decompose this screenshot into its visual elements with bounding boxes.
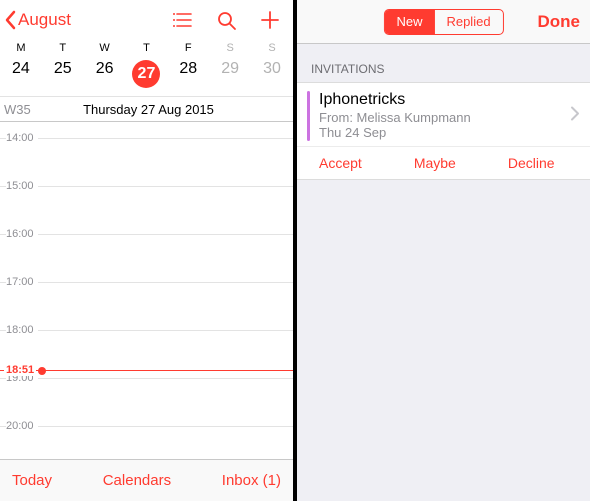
calendar-header: August: [0, 0, 293, 36]
list-view-icon[interactable]: [171, 9, 193, 31]
current-time-label: 18:51: [4, 364, 36, 376]
segment-replied[interactable]: Replied: [434, 10, 502, 34]
invitation-date: Thu 24 Sep: [319, 125, 576, 140]
invitations-pane: New Replied Done Invitations Iphonetrick…: [297, 0, 590, 501]
day-cell[interactable]: 28: [167, 56, 209, 92]
invitation-from: From: Melissa Kumpmann: [319, 110, 576, 125]
weekday-row: M T W T F S S: [0, 36, 293, 56]
done-button[interactable]: Done: [538, 12, 581, 32]
day-cell[interactable]: 25: [42, 56, 84, 92]
header-actions: [171, 9, 285, 31]
hour-row: 14:00: [0, 138, 293, 186]
calendar-pane: August M T W T F S S 24 25 26 27 28 29 3…: [0, 0, 293, 501]
hour-label: 16:00: [6, 228, 38, 240]
day-cell[interactable]: 30: [251, 56, 293, 92]
weekday-label: F: [167, 42, 209, 54]
hour-row: 19:00: [0, 378, 293, 426]
hour-label: 14:00: [6, 132, 38, 144]
back-label: August: [18, 10, 71, 30]
accept-button[interactable]: Accept: [319, 155, 362, 171]
invitation-body: Iphonetricks From: Melissa Kumpmann Thu …: [297, 83, 590, 146]
calendars-button[interactable]: Calendars: [103, 472, 171, 489]
today-button[interactable]: Today: [12, 472, 52, 489]
chevron-left-icon: [4, 10, 16, 30]
date-row: 24 25 26 27 28 29 30: [0, 56, 293, 96]
weekday-label: S: [251, 42, 293, 54]
calendar-toolbar: Today Calendars Inbox (1): [0, 459, 293, 501]
segmented-control: New Replied: [383, 9, 503, 35]
add-event-icon[interactable]: [259, 9, 281, 31]
weekday-label: T: [42, 42, 84, 54]
weekday-label: M: [0, 42, 42, 54]
search-icon[interactable]: [215, 9, 237, 31]
weekday-label: T: [126, 42, 168, 54]
current-time-indicator: 18:51: [0, 370, 293, 371]
day-cell[interactable]: 26: [84, 56, 126, 92]
day-cell[interactable]: 24: [0, 56, 42, 92]
current-time-dot-icon: [38, 367, 46, 375]
back-button[interactable]: August: [4, 10, 71, 30]
hour-row: 17:00: [0, 282, 293, 330]
invitation-actions: Accept Maybe Decline: [297, 146, 590, 179]
maybe-button[interactable]: Maybe: [414, 155, 456, 171]
decline-button[interactable]: Decline: [508, 155, 555, 171]
day-cell-selected[interactable]: 27: [126, 56, 168, 92]
invitations-header: New Replied Done: [297, 0, 590, 44]
hour-label: 17:00: [6, 276, 38, 288]
hour-row: 15:00: [0, 186, 293, 234]
hour-label: 20:00: [6, 420, 38, 432]
day-grid[interactable]: 14:00 15:00 16:00 17:00 18:00 19:00 20:0…: [0, 122, 293, 477]
section-header: Invitations: [297, 44, 590, 82]
full-date-bar: W35 Thursday 27 Aug 2015: [0, 96, 293, 122]
chevron-right-icon: [570, 105, 580, 124]
hour-label: 15:00: [6, 180, 38, 192]
weekday-label: S: [209, 42, 251, 54]
full-date: Thursday 27 Aug 2015: [42, 102, 293, 117]
invitation-card[interactable]: Iphonetricks From: Melissa Kumpmann Thu …: [297, 82, 590, 180]
segment-new[interactable]: New: [384, 10, 434, 34]
hour-row: 16:00: [0, 234, 293, 282]
invitation-title: Iphonetricks: [319, 91, 576, 109]
week-number: W35: [4, 102, 42, 117]
day-cell[interactable]: 29: [209, 56, 251, 92]
weekday-label: W: [84, 42, 126, 54]
inbox-button[interactable]: Inbox (1): [222, 472, 281, 489]
hour-label: 18:00: [6, 324, 38, 336]
